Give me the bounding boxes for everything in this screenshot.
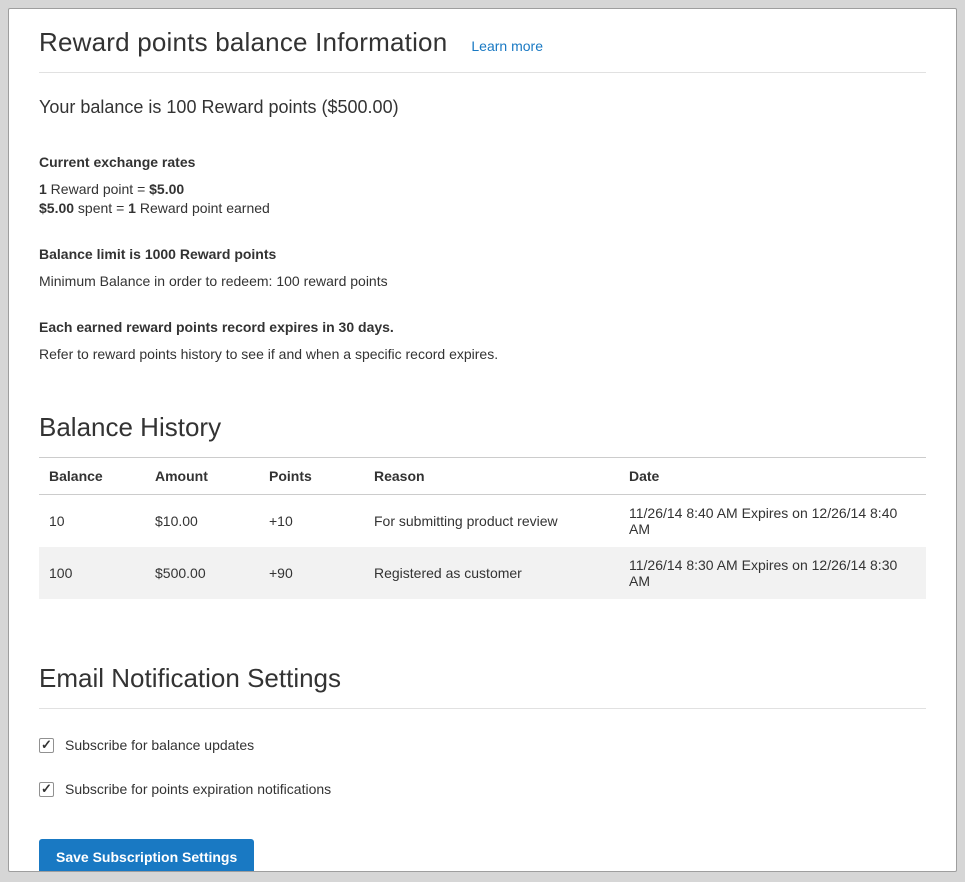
points-expiration-checkbox[interactable] [39,782,54,797]
cell-date: 11/26/14 8:30 AM Expires on 12/26/14 8:3… [619,547,926,599]
column-header-points: Points [259,458,364,495]
cell-date: 11/26/14 8:40 AM Expires on 12/26/14 8:4… [619,495,926,548]
cell-points: +90 [259,547,364,599]
cell-balance: 100 [39,547,145,599]
exchange-rate-line-1: 1 Reward point = $5.00 [39,180,926,199]
learn-more-link[interactable]: Learn more [471,38,543,54]
expiration-note: Refer to reward points history to see if… [39,345,926,364]
save-subscription-settings-button[interactable]: Save Subscription Settings [39,839,254,872]
cell-amount: $10.00 [145,495,259,548]
cell-balance: 10 [39,495,145,548]
exchange-rate-line-2: $5.00 spent = 1 Reward point earned [39,199,926,218]
table-header-row: Balance Amount Points Reason Date [39,458,926,495]
column-header-reason: Reason [364,458,619,495]
page-title: Reward points balance Information [39,27,447,58]
email-settings-header: Email Notification Settings [39,663,926,709]
balance-limit-block: Balance limit is 1000 Reward points Mini… [39,246,926,291]
reward-points-card: Reward points balance Information Learn … [8,8,957,872]
exchange-rate-1-points: 1 [39,181,47,197]
balance-limit-heading: Balance limit is 1000 Reward points [39,246,926,262]
cell-reason: For submitting product review [364,495,619,548]
column-header-date: Date [619,458,926,495]
exchange-rates-block: Current exchange rates 1 Reward point = … [39,154,926,218]
balance-history-table: Balance Amount Points Reason Date 10 $10… [39,457,926,599]
column-header-balance: Balance [39,458,145,495]
balance-summary: Your balance is 100 Reward points ($500.… [39,97,926,118]
column-header-amount: Amount [145,458,259,495]
points-expiration-label[interactable]: Subscribe for points expiration notifica… [65,781,331,797]
cell-amount: $500.00 [145,547,259,599]
table-row: 100 $500.00 +90 Registered as customer 1… [39,547,926,599]
exchange-rate-2-points: 1 [128,200,136,216]
email-settings-heading: Email Notification Settings [39,663,926,694]
balance-updates-option: Subscribe for balance updates [39,737,926,753]
expiration-block: Each earned reward points record expires… [39,319,926,364]
minimum-balance-line: Minimum Balance in order to redeem: 100 … [39,272,926,291]
cell-points: +10 [259,495,364,548]
cell-reason: Registered as customer [364,547,619,599]
exchange-rate-1-amount: $5.00 [149,181,184,197]
exchange-rate-2-suffix: Reward point earned [136,200,270,216]
balance-updates-checkbox[interactable] [39,738,54,753]
table-row: 10 $10.00 +10 For submitting product rev… [39,495,926,548]
expiration-heading: Each earned reward points record expires… [39,319,926,335]
page-header: Reward points balance Information Learn … [39,27,926,73]
exchange-rate-2-amount: $5.00 [39,200,74,216]
exchange-rate-2-text: spent = [74,200,128,216]
points-expiration-option: Subscribe for points expiration notifica… [39,781,926,797]
exchange-rates-heading: Current exchange rates [39,154,926,170]
exchange-rate-1-text: Reward point = [47,181,149,197]
balance-history-heading: Balance History [39,412,926,443]
balance-updates-label[interactable]: Subscribe for balance updates [65,737,254,753]
